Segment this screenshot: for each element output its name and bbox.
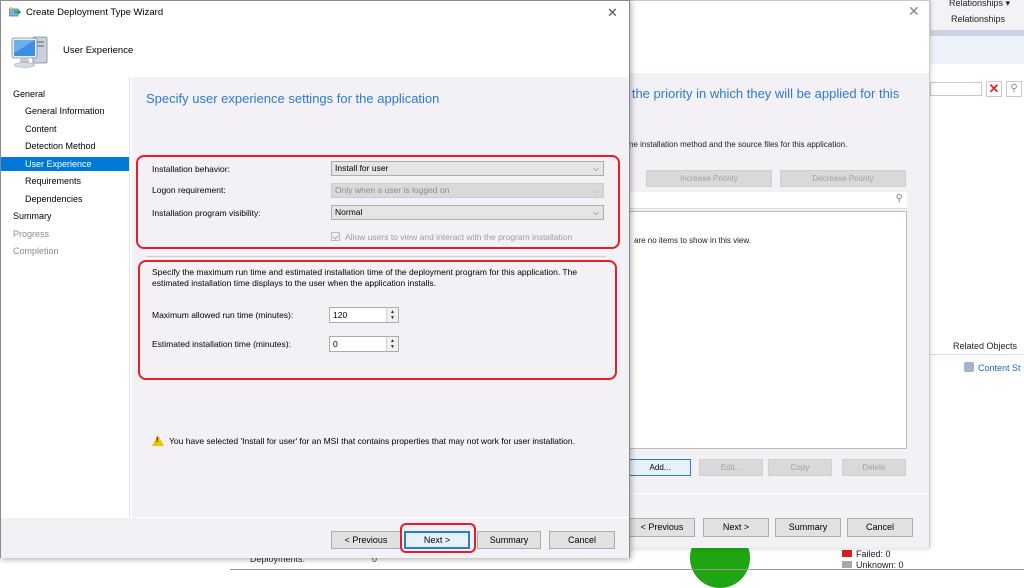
relationships-dropdown[interactable]: Relationships ▾	[949, 0, 1010, 9]
deployment-types-list[interactable]: are no items to show in this view.	[621, 211, 907, 449]
wizard-app-icon	[9, 7, 21, 17]
installation-behavior-label: Installation behavior:	[152, 164, 230, 174]
add-button[interactable]: Add...	[629, 459, 691, 476]
console-search-input[interactable]	[930, 82, 982, 96]
checkbox-checked-icon	[331, 232, 340, 241]
spin-arrows[interactable]: ▲ ▼	[386, 337, 398, 351]
console-bottom-divider	[230, 569, 1024, 570]
decrease-priority-button[interactable]: Decrease Priority	[780, 170, 906, 187]
page-header-title: User Experience	[63, 45, 134, 56]
nav-item-user-experience[interactable]: User Experience	[1, 157, 129, 171]
console-navbar	[930, 36, 1024, 64]
est-install-time-label: Estimated installation time (minutes):	[152, 339, 291, 349]
allow-interact-checkbox: Allow users to view and interact with th…	[331, 232, 572, 242]
nav-item-general[interactable]: General	[1, 87, 129, 101]
related-objects-header: Related Objects	[953, 341, 1018, 351]
est-install-time-value: 0	[333, 339, 338, 349]
search-icon: ⚲	[895, 193, 903, 204]
summary-button[interactable]: Summary	[775, 518, 841, 537]
clear-search-icon[interactable]: ✕	[986, 81, 1002, 97]
chevron-down-icon: ⌵	[592, 186, 599, 195]
cancel-button[interactable]: Cancel	[549, 531, 615, 549]
nav-item-completion: Completion	[13, 246, 59, 256]
back-wizard-heading: d the priority in which they will be app…	[621, 86, 900, 101]
wizard-header: User Experience	[1, 25, 629, 75]
legend-label: Failed: 0	[856, 549, 891, 559]
content-status-link[interactable]: Content St	[964, 362, 1021, 373]
nav-item-progress: Progress	[13, 229, 50, 239]
previous-button[interactable]: < Previous	[629, 518, 695, 537]
previous-button[interactable]: < Previous	[331, 531, 401, 549]
next-button[interactable]: Next >	[703, 518, 769, 537]
legend-failed: Failed: 0	[842, 549, 891, 559]
copy-button[interactable]: Copy	[768, 459, 832, 476]
program-visibility-select[interactable]: Normal ⌵	[331, 205, 604, 220]
close-icon[interactable]: ✕	[607, 5, 618, 21]
delete-button[interactable]: Delete	[842, 459, 906, 476]
empty-list-text: are no items to show in this view.	[634, 236, 751, 245]
warning-text: You have selected 'Install for user' for…	[169, 436, 575, 446]
create-deployment-type-wizard: Create Deployment Type Wizard ✕ User Exp…	[0, 0, 630, 558]
msi-warning: You have selected 'Install for user' for…	[152, 435, 575, 446]
logon-requirement-select: Only when a user is logged on ⌵	[331, 183, 604, 198]
computer-icon	[11, 36, 48, 68]
logon-requirement-label: Logon requirement:	[152, 185, 226, 195]
back-wizard-description: ne installation method and the source fi…	[629, 140, 848, 149]
nav-item-summary[interactable]: Summary	[1, 209, 129, 223]
summary-button[interactable]: Summary	[477, 531, 541, 549]
content-status-icon	[964, 362, 974, 372]
edit-button[interactable]: Edit...	[699, 459, 763, 476]
nav-item-dependencies[interactable]: Dependencies	[1, 192, 129, 206]
max-run-time-label: Maximum allowed run time (minutes):	[152, 310, 294, 320]
installation-behavior-select[interactable]: Install for user ⌵	[331, 161, 604, 176]
increase-priority-button[interactable]: Increase Priority	[646, 170, 772, 187]
wizard-navigation: General General Information Content Dete…	[1, 77, 130, 558]
filter-input[interactable]: ⚲	[621, 192, 907, 209]
section-divider	[146, 256, 606, 257]
ribbon-relationships-group: Relationships ▾ Relationships	[930, 0, 1024, 30]
relationships-group-label: Relationships	[951, 14, 1006, 24]
spin-down-icon[interactable]: ▼	[390, 316, 395, 321]
related-objects-divider	[930, 354, 1024, 355]
allow-interact-label: Allow users to view and interact with th…	[345, 232, 573, 242]
max-run-time-value: 120	[333, 310, 348, 320]
title-bar[interactable]: Create Deployment Type Wizard ✕	[1, 1, 629, 25]
nav-item-detection-method[interactable]: Detection Method	[1, 139, 129, 153]
chevron-down-icon: ⌵	[592, 208, 599, 217]
window-title: Create Deployment Type Wizard	[26, 7, 164, 18]
nav-item-requirements[interactable]: Requirements	[1, 174, 129, 188]
max-run-time-stepper[interactable]: 120 ▲ ▼	[329, 307, 399, 323]
chevron-down-icon: ⌵	[592, 164, 599, 173]
legend-swatch	[842, 550, 852, 557]
spin-arrows[interactable]: ▲ ▼	[386, 308, 398, 322]
wizard-page-content: Specify user experience settings for the…	[132, 77, 629, 517]
run-time-description: Specify the maximum run time and estimat…	[152, 267, 578, 288]
wizard-footer: < Previous Next > Summary Cancel	[1, 517, 629, 558]
spin-down-icon[interactable]: ▼	[390, 345, 395, 350]
warning-icon	[152, 435, 164, 446]
est-install-time-stepper[interactable]: 0 ▲ ▼	[329, 336, 399, 352]
close-icon[interactable]: ✕	[908, 3, 920, 20]
page-title: Specify user experience settings for the…	[146, 91, 440, 106]
installation-behavior-value: Install for user	[335, 163, 389, 173]
legend-swatch	[842, 561, 852, 568]
program-visibility-value: Normal	[335, 207, 363, 217]
next-button[interactable]: Next >	[404, 531, 470, 549]
cancel-button[interactable]: Cancel	[847, 518, 913, 537]
search-icon[interactable]: ⚲	[1006, 81, 1022, 97]
logon-requirement-value: Only when a user is logged on	[335, 185, 450, 195]
nav-item-content[interactable]: Content	[1, 122, 129, 136]
nav-item-general-information[interactable]: General Information	[1, 104, 129, 118]
program-visibility-label: Installation program visibility:	[152, 208, 261, 218]
content-status-label: Content St	[978, 363, 1021, 373]
